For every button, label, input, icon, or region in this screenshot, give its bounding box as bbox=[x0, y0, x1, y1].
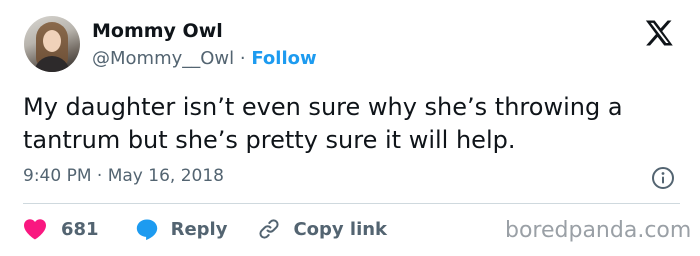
info-icon[interactable] bbox=[651, 166, 675, 190]
source-watermark: boredpanda.com bbox=[505, 218, 692, 243]
user-handle[interactable]: @Mommy__Owl bbox=[92, 48, 234, 69]
reply-button[interactable]: Reply bbox=[135, 217, 228, 241]
link-icon bbox=[259, 219, 279, 239]
display-name[interactable]: Mommy Owl bbox=[92, 20, 223, 42]
reply-label: Reply bbox=[170, 218, 228, 240]
like-count: 681 bbox=[61, 218, 99, 240]
copy-link-button[interactable]: Copy link bbox=[257, 217, 387, 241]
handle-separator: · bbox=[239, 48, 246, 69]
avatar[interactable] bbox=[24, 16, 80, 72]
heart-icon bbox=[24, 219, 46, 240]
tweet-timestamp[interactable]: 9:40 PM · May 16, 2018 bbox=[23, 166, 224, 186]
like-button[interactable]: 681 bbox=[23, 218, 99, 240]
reply-bubble-icon bbox=[136, 219, 157, 241]
divider bbox=[23, 203, 680, 204]
action-bar: 681 Reply Copy link bbox=[23, 215, 387, 243]
x-logo-icon[interactable] bbox=[644, 18, 674, 48]
copy-link-label: Copy link bbox=[293, 218, 388, 240]
handle-line: @Mommy__Owl · Follow bbox=[92, 48, 317, 69]
follow-button[interactable]: Follow bbox=[251, 48, 316, 69]
tweet-text: My daughter isn’t even sure why she’s th… bbox=[23, 93, 623, 154]
avatar-face bbox=[43, 30, 61, 52]
